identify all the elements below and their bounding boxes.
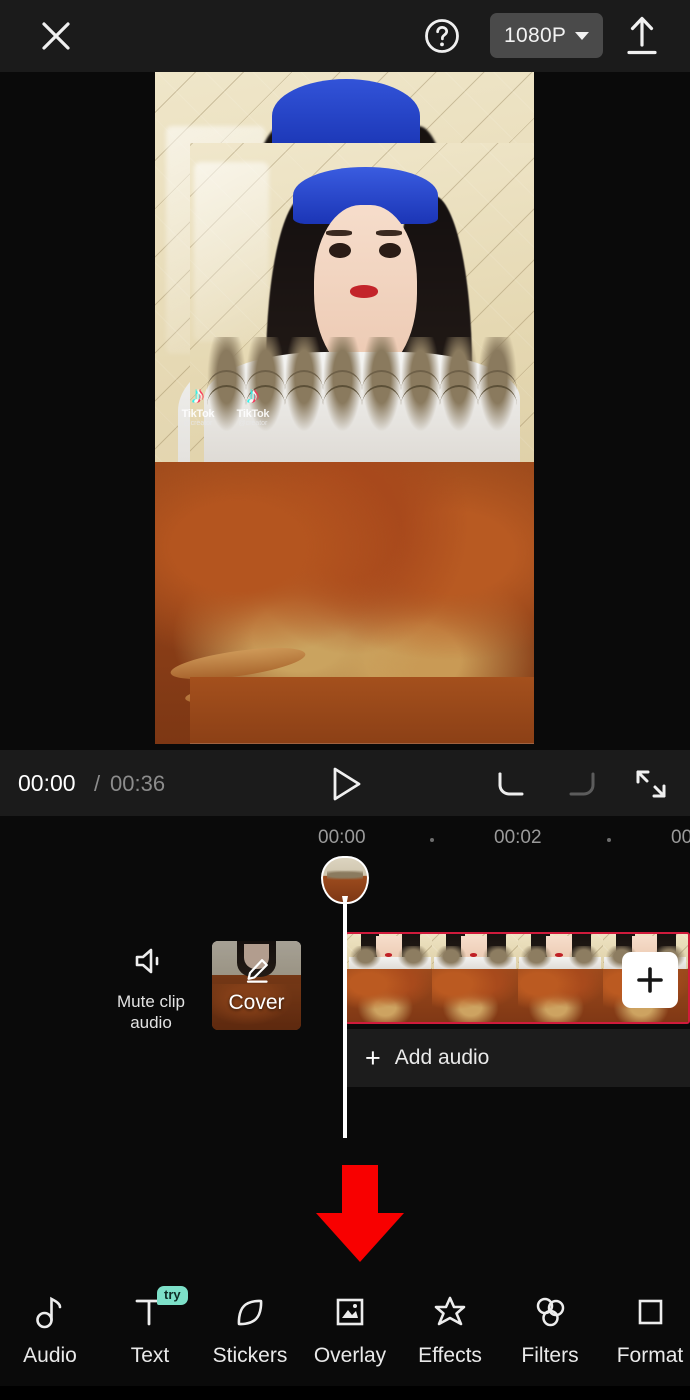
clip-thumbnail (432, 934, 518, 1022)
mute-clip-audio-button[interactable]: Mute clip audio (111, 946, 191, 1034)
tool-audio[interactable]: Audio (0, 1290, 100, 1368)
top-bar: 1080P (0, 0, 690, 72)
tool-label: Text (130, 1344, 170, 1367)
tiktok-watermark-text: TikTok (236, 408, 270, 421)
tiktok-watermark: ♪ TikTok @creator (174, 382, 222, 428)
tiktok-watermark-handle: @creator (238, 420, 268, 428)
add-audio-label: Add audio (394, 1046, 490, 1069)
current-time: 00:00 (18, 770, 76, 796)
overlay-subject-lips (350, 285, 378, 298)
star-burst-icon (431, 1290, 469, 1334)
tiktok-watermark-handle: @creator (183, 420, 213, 428)
cover-label: Cover (228, 991, 285, 1014)
tool-label: Effects (418, 1344, 482, 1367)
redo-button[interactable] (562, 766, 602, 802)
tool-format[interactable]: Format (600, 1290, 690, 1368)
video-preview-area[interactable]: ♪ TikTok @creator ♪ TikTok @creator (0, 72, 690, 750)
playback-bar: 00:00 / 00:36 (0, 750, 690, 816)
ruler-tick-label: 00 (671, 827, 690, 848)
tool-stickers[interactable]: Stickers (200, 1290, 300, 1368)
close-icon[interactable] (34, 14, 78, 58)
tool-overlay[interactable]: Overlay (300, 1290, 400, 1368)
ruler-tick-dot (430, 838, 434, 842)
clip-thumbnail (347, 934, 433, 1022)
video-canvas[interactable]: ♪ TikTok @creator ♪ TikTok @creator (155, 72, 534, 744)
tiktok-note-icon: ♪ (246, 382, 259, 410)
tool-label: Overlay (313, 1344, 387, 1367)
capcut-editor-screen: 1080P ♪ TikTok @creator ♪ TikTok @creato… (0, 0, 690, 1400)
video-clip-track[interactable] (345, 932, 690, 1024)
base-subject-headband (272, 78, 421, 153)
time-separator: / (94, 771, 101, 796)
ruler-tick-label: 00:00 (318, 827, 366, 848)
bottom-toolbar[interactable]: Audio try Text Stickers Overlay Effects … (0, 1270, 690, 1400)
red-annotation-arrow (313, 1165, 407, 1263)
overlay-subject-eye-right (379, 242, 401, 258)
tool-label: Format (616, 1344, 684, 1367)
tiktok-watermark: ♪ TikTok @creator (229, 382, 277, 428)
system-nav-bar (0, 1386, 690, 1400)
timeline-panel[interactable]: 00:00 00:02 00 Mute clip audio Cover + A… (0, 816, 690, 1146)
try-badge: try (157, 1286, 188, 1305)
add-clip-button[interactable] (622, 952, 678, 1008)
export-upload-icon[interactable] (620, 13, 664, 59)
tool-filters[interactable]: Filters (500, 1290, 600, 1368)
resolution-selector[interactable]: 1080P (490, 13, 604, 58)
resolution-label: 1080P (504, 23, 567, 47)
add-audio-track[interactable]: + Add audio (345, 1029, 690, 1087)
tool-label: Stickers (212, 1344, 288, 1367)
speaker-volume-icon (111, 946, 191, 981)
overlay-subject-brow-left (326, 230, 352, 236)
overlay-wall-highlight (193, 162, 270, 343)
chevron-down-icon (575, 31, 590, 40)
pencil-edit-icon (243, 956, 271, 989)
food-overlay-boundary-strip (190, 676, 534, 744)
tiktok-watermarks: ♪ TikTok @creator ♪ TikTok @creator (174, 382, 277, 428)
playhead-handle[interactable] (321, 856, 369, 914)
overlay-image-icon (331, 1290, 369, 1334)
square-format-icon (631, 1290, 669, 1334)
plus-icon (637, 967, 663, 993)
playhead-pointer (342, 896, 348, 912)
tool-effects[interactable]: Effects (400, 1290, 500, 1368)
ruler-tick-label: 00:02 (494, 827, 542, 848)
mute-clip-audio-label: Mute clip audio (116, 992, 186, 1033)
plus-icon: + (365, 1042, 381, 1073)
tool-label: Audio (23, 1344, 77, 1367)
ruler-tick-dot (607, 838, 611, 842)
overlay-subject-brow-right (375, 230, 402, 236)
overlay-subject-eye-left (329, 242, 351, 258)
filters-circles-icon (531, 1290, 569, 1334)
music-note-icon (31, 1290, 69, 1334)
tool-text[interactable]: try Text (100, 1286, 200, 1368)
fullscreen-button[interactable] (632, 766, 670, 802)
sticker-icon (231, 1290, 269, 1334)
cover-button[interactable]: Cover (212, 941, 301, 1030)
clip-thumbnail (517, 934, 603, 1022)
undo-button[interactable] (491, 766, 531, 802)
total-duration: 00:36 (110, 771, 166, 796)
play-button[interactable] (327, 766, 365, 802)
help-icon[interactable] (420, 14, 464, 58)
timeline-ruler[interactable]: 00:00 00:02 00 (0, 816, 690, 860)
tiktok-watermark-text: TikTok (181, 408, 215, 421)
tiktok-note-icon: ♪ (191, 382, 204, 410)
tool-label: Filters (521, 1344, 579, 1367)
